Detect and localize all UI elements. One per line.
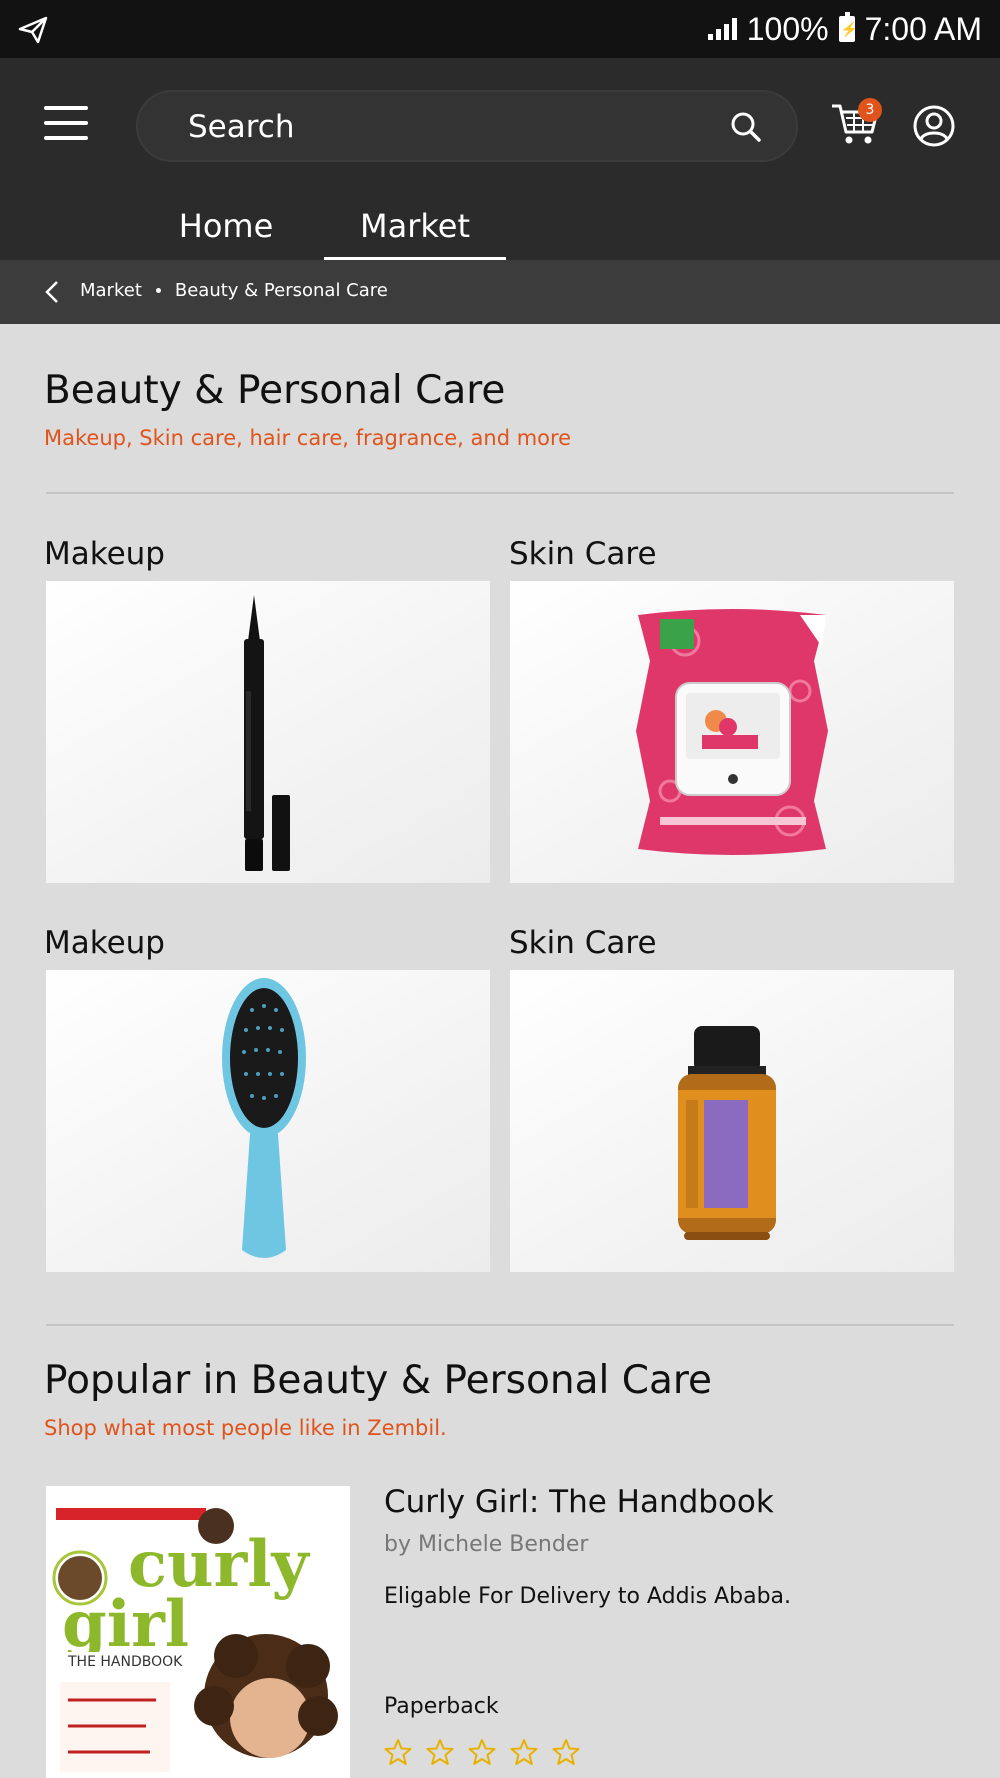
search-input[interactable] — [188, 102, 688, 152]
divider — [46, 1324, 954, 1326]
user-account-icon[interactable] — [912, 104, 956, 148]
send-icon — [18, 16, 48, 44]
battery-percent: 100% — [746, 10, 829, 47]
search-bar[interactable] — [136, 90, 798, 162]
eyeliner-image — [244, 595, 290, 871]
product-author: by Michele Bender — [384, 1532, 589, 1557]
breadcrumb-item-current: Beauty & Personal Care — [174, 280, 388, 301]
divider — [46, 492, 954, 494]
category-tile-label[interactable]: Makeup — [44, 925, 165, 961]
star-icon — [384, 1739, 412, 1765]
star-icon — [510, 1739, 538, 1765]
product-title[interactable]: Curly Girl: The Handbook — [384, 1484, 774, 1520]
chevron-left-icon[interactable] — [44, 280, 60, 304]
battery-icon — [838, 12, 858, 42]
category-tile-makeup[interactable] — [46, 970, 490, 1272]
main-content: Beauty & Personal Care Makeup, Skin care… — [0, 324, 1000, 1778]
product-format: Paperback — [384, 1694, 499, 1719]
product-rating — [384, 1738, 580, 1766]
hamburger-menu-icon[interactable] — [44, 106, 90, 142]
status-bar: 100% 7:00 AM — [0, 0, 1000, 58]
tab-home[interactable]: Home — [150, 202, 302, 260]
category-tile-skin-care[interactable] — [510, 581, 954, 883]
essential-oil-bottle-image — [678, 1026, 776, 1240]
star-icon — [426, 1739, 454, 1765]
cover-lettering: THE HANDBOOK — [67, 1654, 183, 1670]
product-delivery-note: Eligable For Delivery to Addis Ababa. — [384, 1584, 792, 1609]
app-header: 3 Home Market — [0, 58, 1000, 260]
product-image[interactable]: curly girl THE HANDBOOK — [46, 1486, 350, 1778]
page-subtitle: Makeup, Skin care, hair care, fragrance,… — [44, 426, 572, 450]
category-tile-skin-care[interactable] — [510, 970, 954, 1272]
category-tile-label[interactable]: Makeup — [44, 536, 165, 572]
facial-wipes-image — [636, 609, 828, 855]
section-title: Popular in Beauty & Personal Care — [44, 1358, 713, 1403]
category-tile-label[interactable]: Skin Care — [509, 925, 657, 961]
breadcrumb-separator — [155, 288, 161, 293]
clock: 7:00 AM — [864, 10, 982, 47]
breadcrumb-item-market[interactable]: Market — [80, 280, 142, 301]
signal-icon — [707, 18, 737, 40]
search-icon[interactable] — [730, 111, 762, 143]
main-tabs: Home Market — [0, 202, 1000, 260]
cart-count-badge: 3 — [858, 98, 882, 122]
category-tile-makeup[interactable] — [46, 581, 490, 883]
section-subtitle: Shop what most people like in Zembil. — [44, 1416, 447, 1440]
star-icon — [552, 1739, 580, 1765]
breadcrumb: Market Beauty & Personal Care — [0, 260, 1000, 324]
cover-lettering: girl — [62, 1587, 189, 1662]
hair-brush-image — [222, 978, 306, 1258]
tab-market[interactable]: Market — [324, 202, 506, 260]
star-icon — [468, 1739, 496, 1765]
category-tile-label[interactable]: Skin Care — [509, 536, 657, 572]
page-title: Beauty & Personal Care — [44, 368, 506, 413]
